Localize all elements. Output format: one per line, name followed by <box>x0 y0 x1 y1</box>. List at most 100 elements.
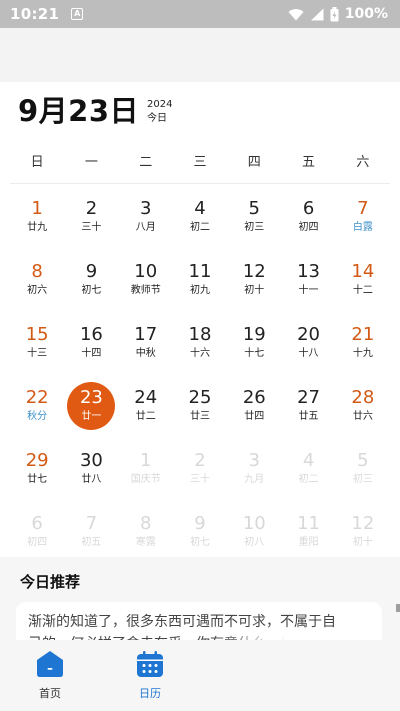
day-number: 30 <box>79 450 103 471</box>
day-cell[interactable]: 21 十九 <box>336 316 390 379</box>
day-number: 25 <box>188 387 212 408</box>
day-number: 14 <box>351 261 375 282</box>
lunar-date: 廿四 <box>244 411 265 422</box>
day-number: 22 <box>25 387 49 408</box>
calendar-week: 22 秋分 23 廿一 24 廿二 25 廿三 26 廿四 27 廿五 28 廿六 <box>10 379 390 442</box>
day-cell[interactable]: 3 八月 <box>119 190 173 253</box>
status-right: 100% <box>288 6 388 22</box>
scrollbar-thumb[interactable] <box>396 604 400 612</box>
lunar-date: 廿一 <box>81 411 102 422</box>
day-cell-next-month[interactable]: 5 初三 <box>336 442 390 505</box>
day-number: 6 <box>302 198 315 219</box>
lunar-date: 初三 <box>244 222 265 233</box>
day-cell[interactable]: 8 初六 <box>10 253 64 316</box>
battery-percent: 100% <box>344 6 388 22</box>
status-time: 10:21 <box>10 5 60 23</box>
day-cell[interactable]: 26 廿四 <box>227 379 281 442</box>
day-cell[interactable]: 19 十七 <box>227 316 281 379</box>
selected-date: 9月23日 <box>18 94 140 128</box>
day-number: 28 <box>351 387 375 408</box>
day-cell[interactable]: 24 廿二 <box>119 379 173 442</box>
weekday-fri: 五 <box>302 155 316 170</box>
day-cell[interactable]: 25 廿三 <box>173 379 227 442</box>
date-header[interactable]: 9月23日 2024 今日 <box>18 94 173 128</box>
day-cell[interactable]: 7 白露 <box>336 190 390 253</box>
lunar-date: 初十 <box>352 537 373 548</box>
calendar-week: 8 初六 9 初七 10 教师节 11 初九 12 初十 13 十一 14 十二 <box>10 253 390 316</box>
day-cell[interactable]: 28 廿六 <box>336 379 390 442</box>
day-number: 1 <box>31 198 43 219</box>
day-number: 10 <box>134 261 158 282</box>
day-cell[interactable]: 16 十四 <box>64 316 118 379</box>
day-cell[interactable]: 4 初二 <box>173 190 227 253</box>
day-cell[interactable]: 15 十三 <box>10 316 64 379</box>
lunar-date: 十二 <box>352 285 373 296</box>
today-label: 今日 <box>147 113 168 124</box>
day-cell[interactable]: 29 廿七 <box>10 442 64 505</box>
nav-home-label: 首页 <box>39 687 61 700</box>
day-cell-next-month[interactable]: 1 国庆节 <box>119 442 173 505</box>
lunar-date: 寒露 <box>135 537 156 548</box>
lunar-date: 初六 <box>27 285 48 296</box>
day-cell-next-month[interactable]: 4 初二 <box>281 442 335 505</box>
day-cell[interactable]: 17 中秋 <box>119 316 173 379</box>
lunar-date: 初七 <box>81 285 102 296</box>
day-number: 10 <box>242 513 266 534</box>
weekday-sat: 六 <box>356 155 370 170</box>
day-cell[interactable]: 12 初十 <box>227 253 281 316</box>
lunar-date: 八月 <box>135 222 156 233</box>
day-number: 24 <box>134 387 158 408</box>
day-cell[interactable]: 14 十二 <box>336 253 390 316</box>
day-cell[interactable]: 13 十一 <box>281 253 335 316</box>
day-number: 18 <box>188 324 212 345</box>
calendar-card: 9月23日 2024 今日 日 一 二 三 四 五 六 1 廿九 2 三十 3 八月 … <box>0 82 400 557</box>
weekday-sun: 日 <box>30 155 44 170</box>
day-cell[interactable]: 30 廿八 <box>64 442 118 505</box>
lunar-date: 初九 <box>189 285 210 296</box>
day-cell[interactable]: 22 秋分 <box>10 379 64 442</box>
lunar-date: 初八 <box>244 537 265 548</box>
day-cell[interactable]: 18 十六 <box>173 316 227 379</box>
lunar-date: 十四 <box>81 348 102 359</box>
lunar-date: 初七 <box>189 537 210 548</box>
year-label: 2024 <box>147 99 173 110</box>
lunar-date: 廿七 <box>27 474 48 485</box>
day-cell[interactable]: 20 十八 <box>281 316 335 379</box>
bottom-nav: 首页 日历 <box>0 640 400 711</box>
day-cell[interactable]: 1 廿九 <box>10 190 64 253</box>
lunar-date: 教师节 <box>130 285 161 296</box>
lunar-date: 廿三 <box>189 411 210 422</box>
day-number: 4 <box>194 198 206 219</box>
home-icon <box>37 651 63 677</box>
day-cell-today[interactable]: 23 廿一 <box>64 379 118 442</box>
day-cell[interactable]: 9 初七 <box>64 253 118 316</box>
day-cell[interactable]: 27 廿五 <box>281 379 335 442</box>
nav-calendar[interactable]: 日历 <box>100 640 200 711</box>
lunar-date: 秋分 <box>27 411 48 422</box>
nav-home[interactable]: 首页 <box>0 640 100 711</box>
day-number: 12 <box>242 261 266 282</box>
day-cell-next-month[interactable]: 2 三十 <box>173 442 227 505</box>
weekday-wed: 三 <box>193 155 207 170</box>
wifi-icon <box>288 8 304 20</box>
lunar-date: 十九 <box>352 348 373 359</box>
day-number: 2 <box>85 198 98 219</box>
lunar-date: 初五 <box>81 537 102 548</box>
day-number: 16 <box>79 324 103 345</box>
day-number: 7 <box>357 198 369 219</box>
weekday-mon: 一 <box>84 155 98 170</box>
lunar-date: 廿九 <box>27 222 48 233</box>
calendar-week: 1 廿九 2 三十 3 八月 4 初二 5 初三 6 初四 7 白露 <box>10 190 390 253</box>
day-cell[interactable]: 2 三十 <box>64 190 118 253</box>
day-cell-next-month[interactable]: 3 九月 <box>227 442 281 505</box>
day-cell[interactable]: 11 初九 <box>173 253 227 316</box>
day-number: 1 <box>139 450 152 471</box>
lunar-date: 廿八 <box>81 474 102 485</box>
lunar-date: 十一 <box>298 285 319 296</box>
lunar-date: 初四 <box>27 537 48 548</box>
calendar-icon <box>137 651 163 677</box>
lunar-date: 十六 <box>189 348 210 359</box>
day-cell[interactable]: 5 初三 <box>227 190 281 253</box>
day-cell[interactable]: 6 初四 <box>281 190 335 253</box>
day-cell[interactable]: 10 教师节 <box>119 253 173 316</box>
